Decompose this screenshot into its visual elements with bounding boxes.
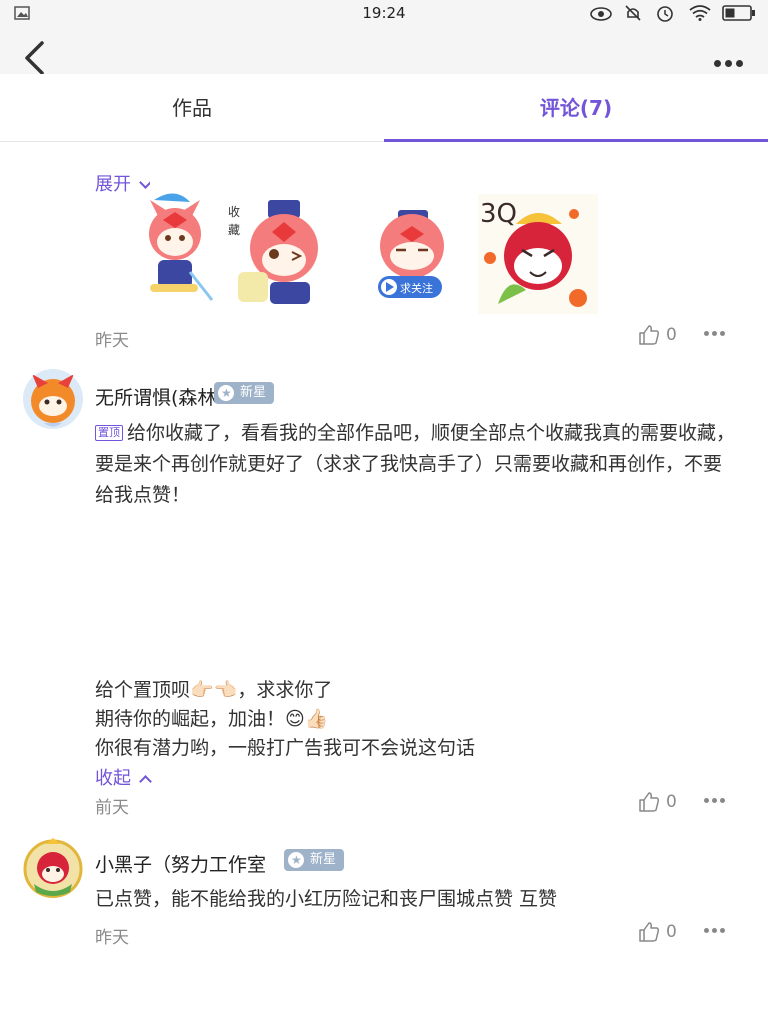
status-badge: 新星 — [284, 849, 345, 871]
dot-icon — [720, 928, 725, 933]
chevron-down-icon — [138, 175, 150, 189]
dot-icon — [704, 928, 709, 933]
sticker-caption: 收 — [228, 205, 240, 219]
eye-icon — [590, 7, 612, 21]
badge-label: 新星 — [310, 852, 337, 867]
star-badge-icon — [216, 382, 236, 404]
status-bar: 19:24 — [0, 0, 768, 26]
mute-icon — [625, 5, 641, 21]
comment-line: 你很有潜力哟，一般打广告我可不会说这句话 — [95, 737, 476, 759]
collapse-link[interactable]: 收起 — [95, 764, 152, 790]
expand-label: 展开 — [95, 174, 131, 192]
comment-extra-lines: 给个置顶呗👉🏻👈🏻，求求你了 期待你的崛起，加油！😊👍🏻 你很有潜力哟，一般打广… — [95, 676, 735, 763]
comment-time: 前天 — [95, 798, 129, 818]
active-tab-indicator — [384, 139, 768, 142]
back-icon[interactable] — [20, 40, 50, 74]
svg-text:藏: 藏 — [228, 223, 240, 237]
wifi-icon — [689, 5, 711, 21]
comment-username[interactable]: 无所谓惧(森林 — [95, 383, 216, 410]
status-badge: 新星 — [214, 382, 275, 404]
dot-icon — [736, 60, 743, 67]
avatar[interactable] — [22, 836, 84, 898]
dot-icon — [714, 60, 721, 67]
like-count: 0 — [666, 792, 677, 812]
dot-icon — [720, 798, 725, 803]
comment-more-button[interactable] — [704, 331, 732, 339]
pinned-tag: 置顶 — [95, 425, 123, 441]
thanks-sticker[interactable]: 3Q — [478, 194, 598, 314]
collect-sticker[interactable]: 收 藏 — [222, 192, 342, 312]
like-button[interactable]: 0 — [638, 324, 677, 346]
avatar[interactable] — [22, 368, 84, 430]
expand-link[interactable]: 展开 — [95, 170, 150, 192]
comment-line: 给个置顶呗👉🏻👈🏻，求求你了 — [95, 679, 333, 701]
alarm-icon — [657, 6, 673, 22]
comment-time: 昨天 — [95, 928, 129, 948]
dot-icon — [720, 331, 725, 336]
badge-label: 新星 — [240, 385, 267, 400]
nav-bar — [0, 26, 768, 74]
sticker-caption: 求关注 — [400, 281, 433, 295]
comment-more-button[interactable] — [704, 798, 732, 806]
star-badge-icon — [286, 849, 306, 871]
battery-icon — [722, 5, 755, 21]
dot-icon — [712, 331, 717, 336]
comment-line: 期待你的崛起，加油！😊👍🏻 — [95, 708, 329, 730]
like-count: 0 — [666, 325, 677, 345]
tab-works[interactable]: 作品 — [0, 74, 384, 142]
dot-icon — [725, 60, 732, 67]
comment-more-button[interactable] — [704, 928, 732, 936]
thumbs-up-icon — [639, 325, 660, 345]
comment-body: 置顶 给你收藏了，看看我的全部作品吧，顺便全部点个收藏我真的需要收藏，要是来个再创… — [95, 418, 735, 511]
dot-icon — [704, 331, 709, 336]
sticker-caption: 3Q — [480, 199, 517, 229]
follow-sticker[interactable]: 求关注 — [360, 192, 480, 312]
collapse-label: 收起 — [95, 768, 131, 789]
comment-text: 给你收藏了，看看我的全部作品吧，顺便全部点个收藏我真的需要收藏，要是来个再创作就… — [95, 422, 736, 506]
comment-text: 已点赞，能不能给我的小红历险记和丧尸围城点赞 互赞 — [95, 888, 558, 910]
comment-username[interactable]: 小黑子（努力工作室 — [95, 850, 266, 877]
dot-icon — [712, 798, 717, 803]
thumbs-up-icon — [639, 922, 660, 942]
like-count: 0 — [666, 922, 677, 942]
status-time: 19:24 — [362, 4, 406, 22]
tab-bar: 作品 评论(7) — [0, 74, 768, 142]
more-options-button[interactable] — [714, 52, 754, 67]
chevron-up-icon — [138, 774, 152, 788]
like-button[interactable]: 0 — [638, 921, 677, 943]
like-button[interactable]: 0 — [638, 791, 677, 813]
dot-icon — [712, 928, 717, 933]
comment-time: 昨天 — [95, 331, 129, 351]
thumbs-up-icon — [639, 792, 660, 812]
dot-icon — [704, 798, 709, 803]
tab-comments[interactable]: 评论(7) — [384, 74, 768, 142]
